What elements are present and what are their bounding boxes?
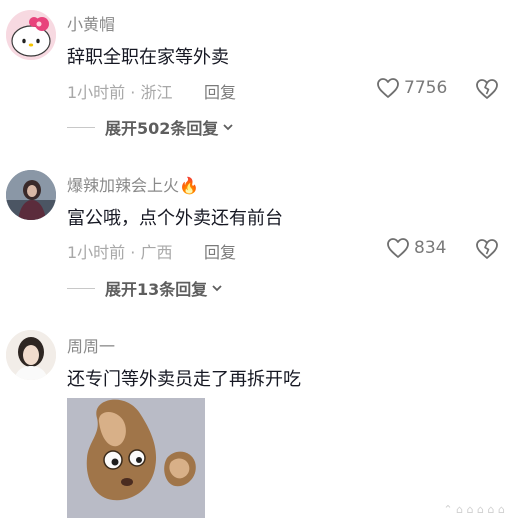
chevron-down-icon bbox=[223, 124, 234, 131]
comment-time-location: 1小时前 · 浙江 bbox=[67, 83, 173, 102]
comment-username[interactable]: 小黄帽 bbox=[67, 11, 115, 35]
heart-outline-icon bbox=[387, 238, 409, 258]
expand-replies-label: 展开13条回复 bbox=[105, 280, 208, 299]
comment-image-attachment[interactable] bbox=[67, 398, 205, 518]
broken-heart-icon bbox=[476, 239, 498, 259]
comment-text: 还专门等外卖员走了再拆开吃 bbox=[67, 369, 301, 390]
divider-line bbox=[67, 287, 95, 289]
like-count: 7756 bbox=[404, 78, 448, 98]
reply-button[interactable]: 回复 bbox=[204, 79, 236, 103]
heart-outline-icon bbox=[377, 78, 399, 98]
like-count: 834 bbox=[414, 238, 447, 258]
fire-emoji-icon: 🔥 bbox=[179, 176, 199, 195]
watermark: ⌃ ⌂ ⌂ ⌂ ⌂ ⌂ bbox=[443, 503, 505, 516]
avatar[interactable] bbox=[6, 10, 56, 60]
like-button[interactable]: 7756 bbox=[376, 77, 447, 99]
username-text: 爆辣加辣会上火 bbox=[67, 176, 180, 195]
comment-time-location: 1小时前 · 广西 bbox=[67, 243, 173, 262]
expand-replies-button[interactable]: 展开502条回复 bbox=[67, 115, 234, 139]
comment-username[interactable]: 周周一 bbox=[67, 333, 115, 357]
chevron-down-icon bbox=[212, 285, 222, 292]
dislike-button[interactable] bbox=[475, 237, 499, 261]
dislike-button[interactable] bbox=[475, 77, 499, 101]
divider-line bbox=[67, 126, 95, 128]
avatar[interactable] bbox=[6, 330, 56, 380]
comment-text: 富公哦，点个外卖还有前台 bbox=[67, 208, 283, 229]
reply-button[interactable]: 回复 bbox=[204, 239, 236, 263]
expand-replies-button[interactable]: 展开13条回复 bbox=[67, 276, 223, 300]
broken-heart-icon bbox=[476, 79, 498, 99]
like-button[interactable]: 834 bbox=[386, 237, 446, 259]
avatar[interactable] bbox=[6, 170, 56, 220]
expand-replies-label: 展开502条回复 bbox=[105, 119, 219, 138]
comment-text: 辞职全职在家等外卖 bbox=[67, 47, 229, 68]
comment-username[interactable]: 爆辣加辣会上火🔥 bbox=[67, 172, 199, 196]
